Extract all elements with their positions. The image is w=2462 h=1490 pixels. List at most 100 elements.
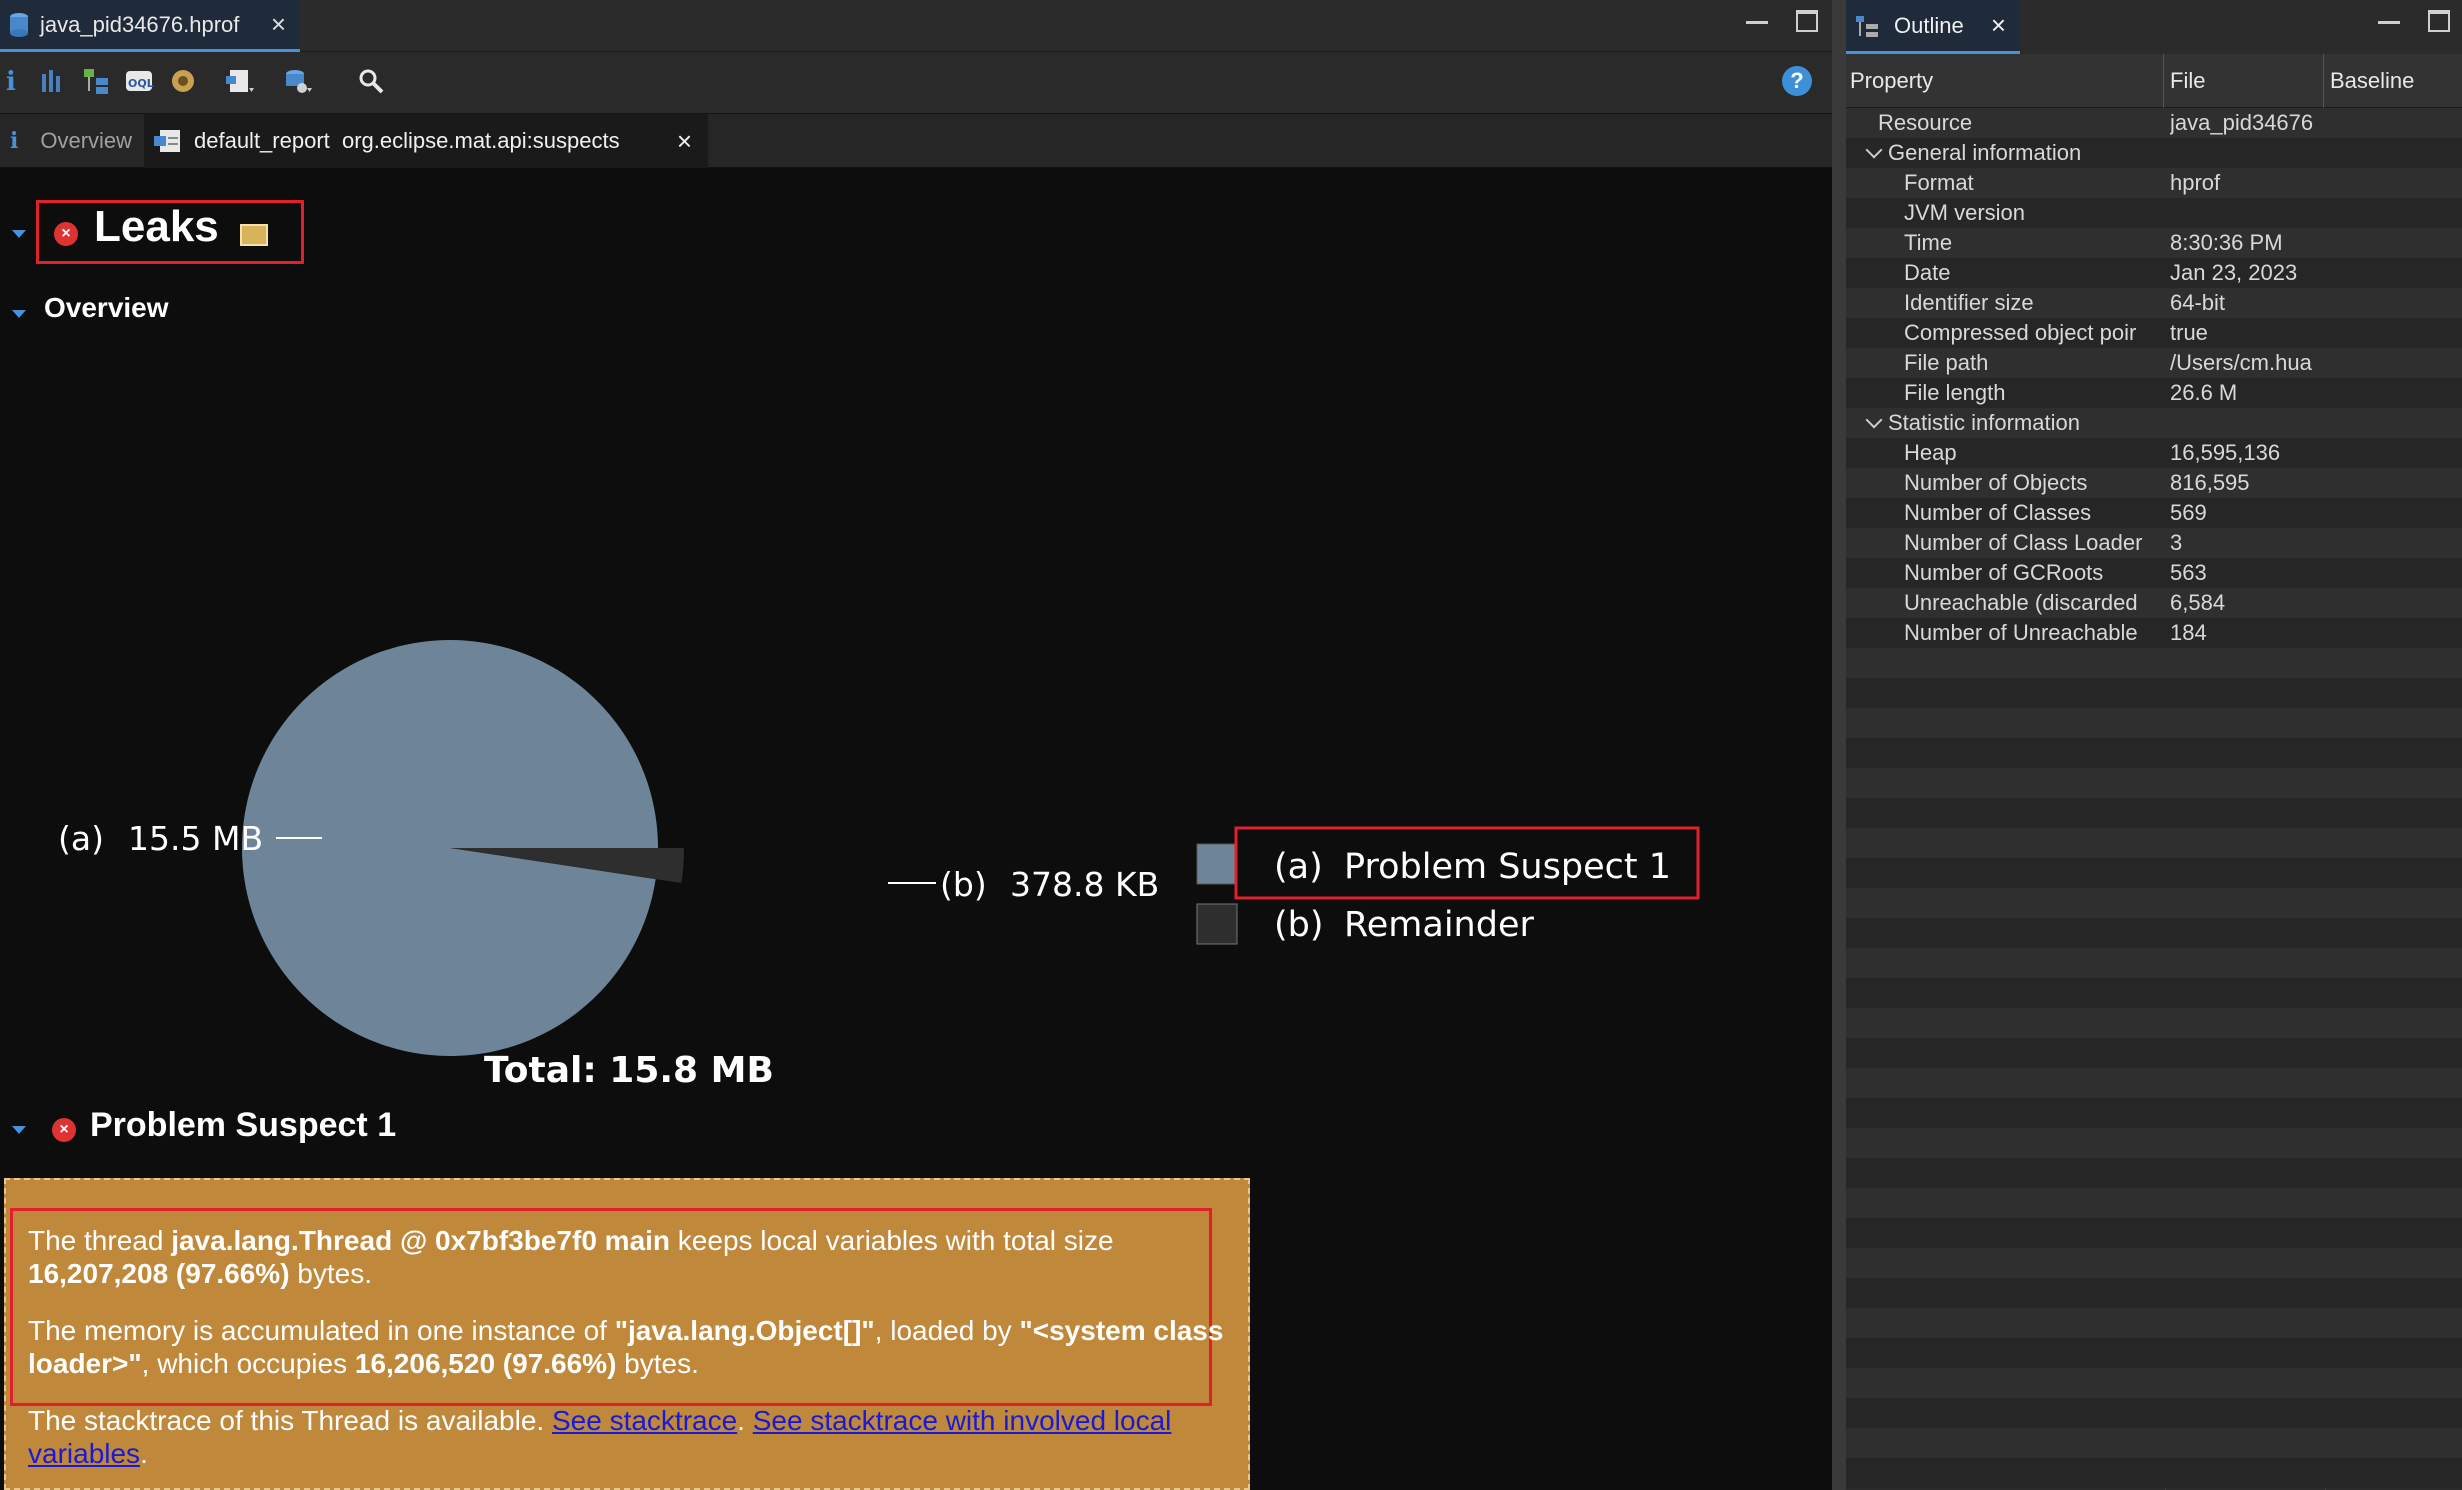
info-icon: i bbox=[10, 128, 19, 154]
empty-row bbox=[1846, 1218, 2462, 1248]
property-key: File path bbox=[1904, 350, 1989, 375]
outline-property-row[interactable]: Compressed object poir true bbox=[1846, 318, 2462, 348]
search-icon[interactable] bbox=[356, 66, 386, 96]
empty-row bbox=[1846, 1308, 2462, 1338]
reports-dropdown-icon[interactable] bbox=[224, 66, 254, 96]
legend-label-b-id: (b) bbox=[1274, 905, 1324, 945]
legend-swatch-b bbox=[1196, 903, 1238, 945]
svg-text:OQL: OQL bbox=[128, 77, 154, 90]
chevron-down-icon[interactable] bbox=[1865, 141, 1883, 159]
property-key: Number of Classes bbox=[1904, 500, 2092, 525]
outline-property-row[interactable]: Resource java_pid34676 bbox=[1846, 108, 2462, 138]
outline-property-row[interactable]: Heap 16,595,136 bbox=[1846, 438, 2462, 468]
thread-overview-icon[interactable] bbox=[168, 66, 198, 96]
outline-property-row[interactable]: Number of Class Loader 3 bbox=[1846, 528, 2462, 558]
details-icon[interactable] bbox=[240, 224, 268, 246]
empty-row bbox=[1846, 678, 2462, 708]
problem-suspect-heading: Problem Suspect 1 bbox=[90, 1106, 397, 1144]
see-stacktrace-link[interactable]: See stacktrace bbox=[552, 1405, 737, 1436]
slice-label-b-id: (b) bbox=[940, 865, 987, 904]
text: The thread bbox=[28, 1225, 172, 1256]
collapse-arrow-icon[interactable] bbox=[12, 310, 26, 318]
text: . bbox=[140, 1438, 148, 1469]
tab-overview[interactable]: i Overview bbox=[0, 114, 142, 168]
property-key: Number of Class Loader bbox=[1904, 530, 2143, 555]
property-value bbox=[2170, 408, 2324, 438]
property-value: java_pid34676 bbox=[2170, 110, 2314, 135]
empty-row bbox=[1846, 1098, 2462, 1128]
suspect-paragraph-1: The thread java.lang.Thread @ 0x7bf3be7f… bbox=[28, 1224, 1228, 1290]
property-key: General information bbox=[1888, 140, 2082, 165]
collapse-arrow-icon[interactable] bbox=[12, 1126, 26, 1134]
outline-property-row[interactable]: Number of GCRoots 563 bbox=[1846, 558, 2462, 588]
property-value: /Users/cm.hua bbox=[2170, 350, 2312, 375]
outline-group-row[interactable]: General information bbox=[1846, 138, 2462, 168]
property-key: Date bbox=[1904, 260, 1951, 285]
maximize-icon[interactable] bbox=[2428, 10, 2450, 32]
outline-property-row[interactable]: Format hprof bbox=[1846, 168, 2462, 198]
text: bytes. bbox=[289, 1258, 373, 1289]
info-icon[interactable]: i bbox=[2, 66, 32, 96]
outline-property-row[interactable]: Unreachable (discarded 6,584 bbox=[1846, 588, 2462, 618]
help-icon[interactable]: ? bbox=[1782, 66, 1812, 96]
property-value: 569 bbox=[2170, 500, 2207, 525]
property-key: Identifier size bbox=[1904, 290, 2034, 315]
toolbar: i OQL ? bbox=[0, 52, 1832, 114]
close-icon[interactable]: × bbox=[271, 9, 286, 40]
thread-name: java.lang.Thread @ 0x7bf3be7f0 main bbox=[171, 1225, 671, 1256]
property-value: 184 bbox=[2170, 620, 2207, 645]
empty-row bbox=[1846, 738, 2462, 768]
query-browser-icon[interactable] bbox=[282, 66, 312, 96]
outline-property-row[interactable]: Number of Unreachable 184 bbox=[1846, 618, 2462, 648]
column-header-file[interactable]: File bbox=[2166, 54, 2324, 108]
empty-row bbox=[1846, 918, 2462, 948]
empty-row bbox=[1846, 948, 2462, 978]
legend-label-a-id: (a) bbox=[1274, 847, 1323, 887]
empty-row bbox=[1846, 828, 2462, 858]
file-tab-hprof[interactable]: java_pid34676.hprof × bbox=[0, 0, 300, 52]
pie-chart: (a) 15.5 MB (b) 378.8 KB (a) Problem Sus… bbox=[58, 639, 1700, 1091]
outline-property-row[interactable]: Identifier size 64-bit bbox=[1846, 288, 2462, 318]
minimize-icon[interactable] bbox=[2378, 10, 2400, 24]
outline-property-row[interactable]: Number of Objects 816,595 bbox=[1846, 468, 2462, 498]
outline-property-row[interactable]: Time 8:30:36 PM bbox=[1846, 228, 2462, 258]
slice-label-b-value: 378.8 KB bbox=[1010, 865, 1159, 904]
minimize-icon[interactable] bbox=[1746, 10, 1768, 24]
outline-property-row[interactable]: File length 26.6 M bbox=[1846, 378, 2462, 408]
outline-property-row[interactable]: Number of Classes 569 bbox=[1846, 498, 2462, 528]
outline-property-row[interactable]: JVM version bbox=[1846, 198, 2462, 228]
chevron-down-icon[interactable] bbox=[1865, 411, 1883, 429]
empty-row bbox=[1846, 1008, 2462, 1038]
outline-rows: Resource java_pid34676 General information… bbox=[1846, 108, 2462, 1490]
close-icon[interactable]: × bbox=[677, 126, 692, 157]
text: The memory is accumulated in one instanc… bbox=[28, 1315, 615, 1346]
text: bytes. bbox=[616, 1348, 699, 1379]
panel-splitter[interactable] bbox=[1832, 0, 1846, 1490]
property-key: Format bbox=[1904, 170, 1974, 195]
empty-row bbox=[1846, 1368, 2462, 1398]
legend-label-b: Remainder bbox=[1344, 905, 1534, 945]
outline-property-row[interactable]: File path/Users/cm.hua bbox=[1846, 348, 2462, 378]
empty-row bbox=[1846, 1038, 2462, 1068]
tab-default-report[interactable]: default_report org.eclipse.mat.api:suspe… bbox=[144, 114, 708, 168]
empty-row bbox=[1846, 1338, 2462, 1368]
outline-view: Outline × Property File Baseline Resourc… bbox=[1846, 0, 2462, 1490]
tab-outline[interactable]: Outline × bbox=[1846, 0, 2020, 54]
outline-group-row[interactable]: Statistic information bbox=[1846, 408, 2462, 438]
maximize-icon[interactable] bbox=[1796, 10, 1818, 32]
collapse-arrow-icon[interactable] bbox=[12, 230, 26, 238]
size-value: 16,206,520 (97.66%) bbox=[354, 1348, 617, 1379]
empty-row bbox=[1846, 1068, 2462, 1098]
column-header-baseline[interactable]: Baseline bbox=[2326, 54, 2462, 108]
size-value: 16,207,208 (97.66%) bbox=[28, 1258, 290, 1289]
dominator-tree-icon[interactable] bbox=[82, 66, 112, 96]
outline-icon bbox=[1856, 15, 1878, 37]
oql-icon[interactable]: OQL bbox=[124, 66, 154, 96]
report-content: × Leaks Overview (a) 15.5 MB (b) 378.8 K… bbox=[0, 168, 1832, 1490]
property-value: 6,584 bbox=[2170, 590, 2226, 615]
close-icon[interactable]: × bbox=[1991, 10, 2006, 41]
histogram-icon[interactable] bbox=[38, 66, 68, 96]
column-header-property[interactable]: Property bbox=[1846, 54, 2164, 108]
property-key: Unreachable (discarded bbox=[1904, 590, 2138, 615]
outline-property-row[interactable]: Date Jan 23, 2023 bbox=[1846, 258, 2462, 288]
